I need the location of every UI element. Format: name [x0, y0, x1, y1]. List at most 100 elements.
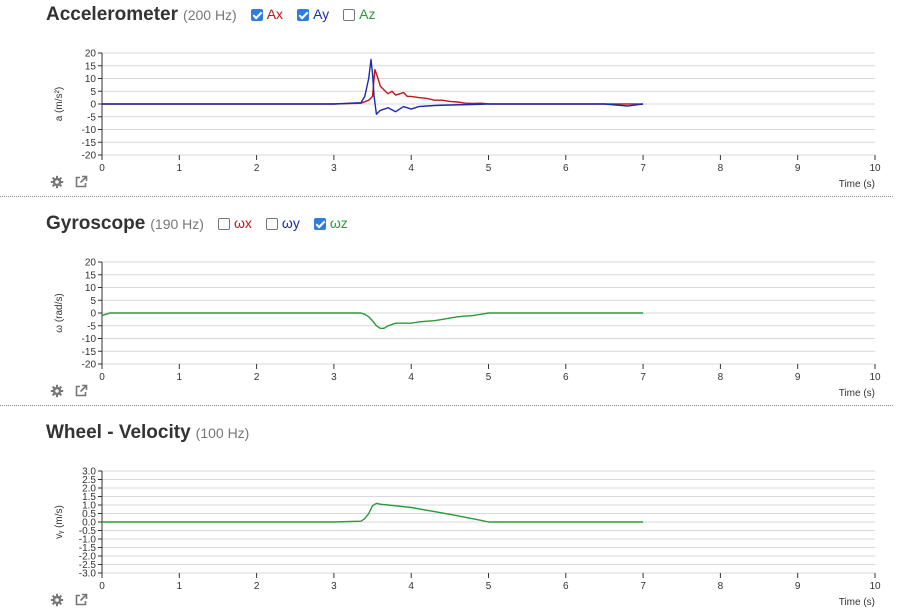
x-tick-label: 1	[177, 581, 183, 592]
x-tick-label: 8	[718, 581, 724, 592]
x-axis-label: Time (s)	[839, 597, 875, 608]
az-checkbox[interactable]	[343, 9, 356, 21]
x-tick-label: 6	[563, 581, 569, 592]
panel-header: Gyroscope (190 Hz) ωx ωy ωz	[46, 213, 348, 241]
toggle-ax[interactable]: Ax	[250, 6, 284, 22]
x-tick-label: 0	[99, 581, 105, 592]
y-tick-label: 10	[85, 74, 97, 85]
y-tick-label: -5	[87, 112, 96, 123]
toggle-az[interactable]: Az	[343, 6, 376, 22]
gyroscope-panel: Gyroscope (190 Hz) ωx ωy ωz 20 15 10 5 0 -5 -1…	[0, 210, 919, 408]
x-tick-label: 10	[869, 163, 881, 174]
toggle-ay[interactable]: Ay	[297, 6, 329, 22]
wx-label: ωx	[233, 215, 252, 231]
y-tick-label: 20	[85, 49, 97, 60]
panel-divider	[0, 405, 893, 406]
ax-label: Ax	[266, 6, 284, 22]
x-tick-label: 2	[254, 581, 260, 592]
x-tick-label: 4	[408, 372, 414, 383]
x-tick-label: 4	[408, 581, 414, 592]
toggle-wx[interactable]: ωx	[217, 215, 252, 231]
x-tick-label: 10	[869, 372, 881, 383]
series-line-vᵧ	[102, 502, 644, 523]
x-tick-label: 0	[99, 372, 105, 383]
wheel-velocity-panel: Wheel - Velocity (100 Hz) 3.0 2.5 2.0 1.5 1.…	[0, 420, 919, 609]
x-axis-label: Time (s)	[839, 179, 875, 190]
y-tick-label: 0	[90, 309, 96, 320]
y-tick-label: -10	[82, 334, 97, 345]
y-tick-label: 15	[85, 61, 97, 72]
external-link-icon[interactable]	[74, 175, 88, 189]
panel-title: Accelerometer	[46, 4, 179, 25]
gear-icon[interactable]	[50, 175, 64, 189]
x-tick-label: 5	[486, 581, 492, 592]
y-axis-label: ω (rad/s)	[54, 293, 65, 332]
y-tick-label: -5	[87, 321, 96, 332]
toggle-wy[interactable]: ωy	[265, 215, 300, 231]
ay-label: Ay	[313, 6, 330, 22]
wheel-velocity-chart: 3.02.52.01.51.00.50.0-0.5-1.0-1.5-2.0-2.…	[54, 467, 881, 609]
x-tick-label: 3	[331, 163, 337, 174]
x-tick-label: 8	[718, 372, 724, 383]
y-tick-label: -20	[82, 151, 97, 162]
y-tick-label: 5	[90, 296, 96, 307]
y-tick-label: 5	[90, 87, 96, 98]
x-tick-label: 3	[331, 581, 337, 592]
y-tick-label: 15	[85, 270, 97, 281]
accelerometer-panel: Accelerometer (200 Hz) Ax Ay Az 20 15 10 5 0…	[0, 0, 919, 198]
toggle-wz[interactable]: ωz	[313, 215, 348, 231]
x-tick-label: 8	[718, 163, 724, 174]
x-tick-label: 7	[640, 163, 646, 174]
accelerometer-chart: 20151050-5-10-15-200 1 2 3 4 5 6 7 8 9 10Time (s)a…	[54, 49, 881, 191]
ay-checkbox[interactable]	[297, 9, 310, 21]
external-link-icon[interactable]	[74, 384, 88, 398]
x-tick-label: 3	[331, 372, 337, 383]
panel-header: Accelerometer (200 Hz) Ax Ay Az	[46, 4, 376, 32]
y-tick-label: -15	[82, 347, 97, 358]
x-tick-label: 9	[795, 372, 801, 383]
series-line-Ay	[102, 58, 644, 115]
panel-tools	[50, 175, 88, 189]
y-axis-label: a (m/s²)	[54, 87, 65, 121]
x-tick-label: 4	[408, 163, 414, 174]
panel-title: Wheel - Velocity	[46, 422, 191, 443]
panel-tools	[50, 384, 88, 398]
wz-checkbox[interactable]	[313, 218, 326, 230]
az-label: Az	[359, 6, 376, 22]
y-tick-label: -10	[82, 125, 97, 136]
x-tick-label: 2	[254, 372, 260, 383]
wy-label: ωy	[281, 215, 300, 231]
panel-divider	[0, 196, 893, 197]
y-axis-label: vᵧ (m/s)	[54, 505, 65, 539]
y-tick-label: -15	[82, 138, 97, 149]
x-tick-label: 5	[486, 372, 492, 383]
x-tick-label: 7	[640, 372, 646, 383]
x-tick-label: 5	[486, 163, 492, 174]
x-axis-label: Time (s)	[839, 388, 875, 399]
x-tick-label: 9	[795, 581, 801, 592]
x-tick-label: 0	[99, 163, 105, 174]
wy-checkbox[interactable]	[265, 218, 278, 230]
wx-checkbox[interactable]	[217, 218, 230, 230]
external-link-icon[interactable]	[74, 593, 88, 607]
y-tick-label: 10	[85, 283, 97, 294]
sample-rate: (190 Hz)	[150, 216, 204, 232]
x-tick-label: 9	[795, 163, 801, 174]
gear-icon[interactable]	[50, 384, 64, 398]
gear-icon[interactable]	[50, 593, 64, 607]
y-tick-label: 0	[90, 100, 96, 111]
y-tick-label: -3.0	[79, 569, 97, 580]
x-tick-label: 6	[563, 163, 569, 174]
panel-header: Wheel - Velocity (100 Hz)	[46, 422, 249, 450]
wz-label: ωz	[329, 215, 348, 231]
sample-rate: (200 Hz)	[183, 7, 237, 23]
x-tick-label: 7	[640, 581, 646, 592]
sample-rate: (100 Hz)	[195, 425, 250, 441]
x-tick-label: 1	[177, 163, 183, 174]
ax-checkbox[interactable]	[250, 9, 263, 21]
gyroscope-chart: 20151050-5-10-15-200 1 2 3 4 5 6 7 8 9 10Time (s)ω…	[54, 258, 881, 400]
panel-tools	[50, 593, 88, 607]
x-tick-label: 10	[869, 581, 881, 592]
panel-title: Gyroscope	[46, 213, 146, 234]
y-tick-label: 20	[85, 258, 97, 269]
